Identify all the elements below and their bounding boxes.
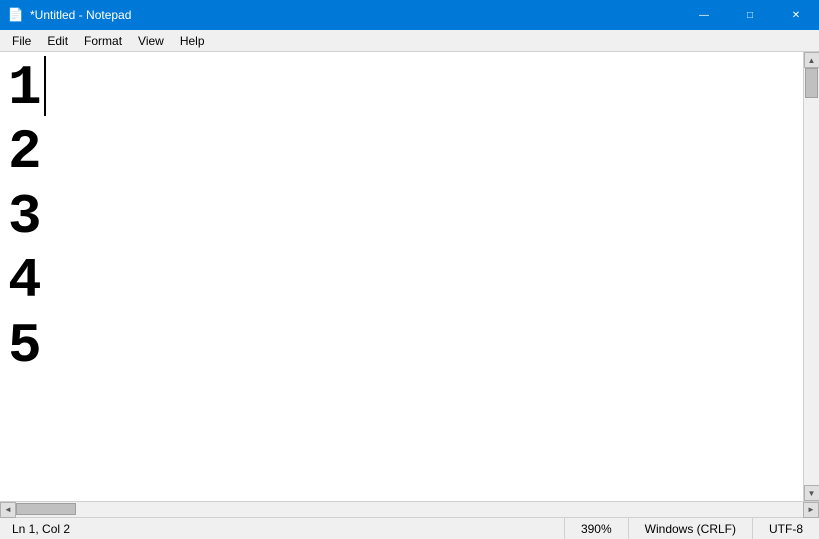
line-4: 4: [8, 249, 795, 313]
menu-format[interactable]: Format: [76, 32, 130, 50]
cursor-position-label: Ln 1, Col 2: [12, 522, 70, 536]
titlebar-left: 📄 *Untitled - Notepad: [8, 7, 131, 23]
zoom-label: 390%: [581, 522, 612, 536]
menubar: File Edit Format View Help: [0, 30, 819, 52]
minimize-button[interactable]: —: [681, 0, 727, 30]
line-5-text: 5: [8, 314, 42, 378]
horizontal-scrollbar: ◄ ►: [0, 501, 819, 517]
status-encoding: UTF-8: [752, 518, 819, 539]
close-button[interactable]: ✕: [773, 0, 819, 30]
encoding-label: UTF-8: [769, 522, 803, 536]
maximize-button[interactable]: □: [727, 0, 773, 30]
scrollbar-thumb-x[interactable]: [16, 503, 76, 515]
statusbar: Ln 1, Col 2 390% Windows (CRLF) UTF-8: [0, 517, 819, 539]
editor-container: 1 2 3 4 5 ▲ ▼: [0, 52, 819, 501]
scrollbar-thumb-y[interactable]: [805, 68, 818, 98]
scroll-up-button[interactable]: ▲: [804, 52, 819, 68]
editor-content[interactable]: 1 2 3 4 5: [0, 52, 803, 501]
status-line-ending: Windows (CRLF): [628, 518, 752, 539]
menu-edit[interactable]: Edit: [39, 32, 76, 50]
line-3-text: 3: [8, 185, 42, 249]
scrollbar-track-x[interactable]: [16, 502, 803, 517]
status-position: Ln 1, Col 2: [0, 518, 564, 539]
menu-file[interactable]: File: [4, 32, 39, 50]
line-ending-label: Windows (CRLF): [645, 522, 736, 536]
line-3: 3: [8, 185, 795, 249]
scroll-down-button[interactable]: ▼: [804, 485, 819, 501]
line-number-area: 1 2 3 4 5: [8, 56, 795, 378]
line-4-text: 4: [8, 249, 42, 313]
vertical-scrollbar: ▲ ▼: [803, 52, 819, 501]
window-controls: — □ ✕: [681, 0, 819, 30]
scroll-right-button[interactable]: ►: [803, 502, 819, 518]
status-zoom: 390%: [564, 518, 628, 539]
menu-view[interactable]: View: [130, 32, 172, 50]
app-icon: 📄: [8, 7, 24, 23]
scroll-left-button[interactable]: ◄: [0, 502, 16, 518]
text-cursor: [44, 56, 46, 116]
scrollbar-track-y[interactable]: [804, 68, 819, 485]
line-1: 1: [8, 56, 795, 120]
menu-help[interactable]: Help: [172, 32, 213, 50]
titlebar: 📄 *Untitled - Notepad — □ ✕: [0, 0, 819, 30]
line-2-text: 2: [8, 120, 42, 184]
line-5: 5: [8, 314, 795, 378]
line-2: 2: [8, 120, 795, 184]
titlebar-title: *Untitled - Notepad: [30, 8, 131, 22]
line-1-text: 1: [8, 56, 42, 120]
